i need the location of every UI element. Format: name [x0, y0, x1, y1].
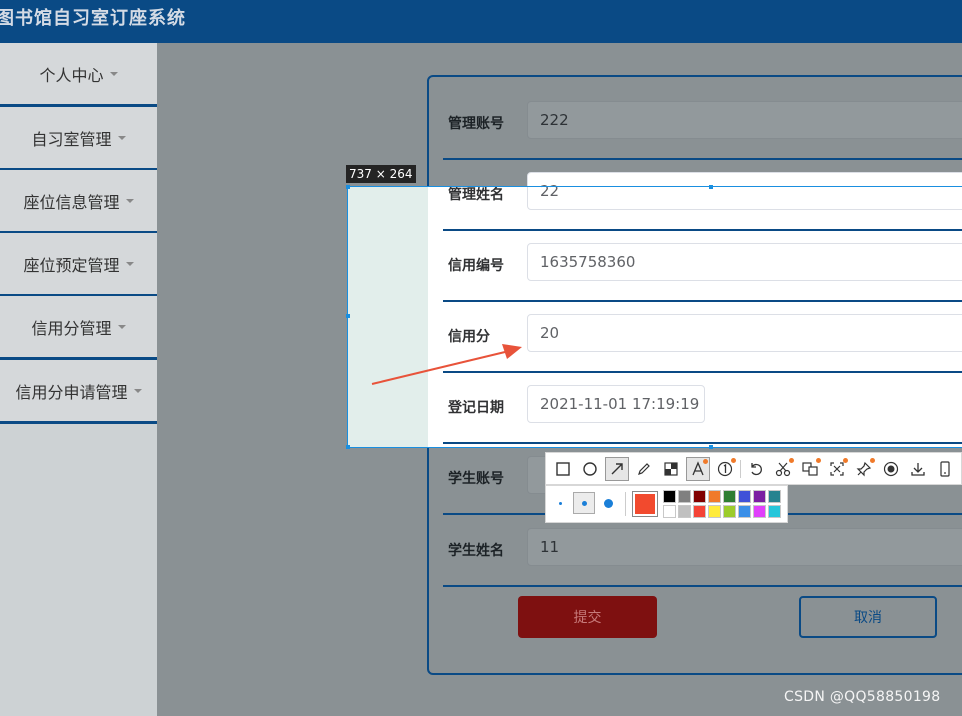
selection-rectangle[interactable]: [347, 186, 962, 448]
color-swatch[interactable]: [708, 505, 721, 518]
screenshot-toolbar: [545, 452, 962, 485]
resize-handle[interactable]: [346, 185, 350, 189]
watermark: CSDN @QQ58850198: [784, 689, 941, 705]
app-title: 图书馆自习室订座系统: [0, 8, 186, 29]
field-label: 学生账号: [448, 471, 504, 487]
sidebar-item-seat-info[interactable]: 座位信息管理: [0, 170, 157, 234]
pencil-icon[interactable]: [632, 457, 656, 481]
panel-divider: [625, 492, 626, 516]
ellipse-icon[interactable]: [578, 457, 602, 481]
badge-dot: [870, 458, 875, 463]
sidebar-item-label: 座位预定管理: [23, 255, 120, 275]
rectangle-icon[interactable]: [551, 457, 575, 481]
color-swatch[interactable]: [663, 490, 676, 503]
badge-dot: [703, 459, 708, 464]
color-swatch[interactable]: [738, 490, 751, 503]
resize-handle[interactable]: [346, 314, 350, 318]
screenshot-style-panel: [545, 485, 788, 523]
sidebar-item-label: 自习室管理: [31, 129, 112, 149]
admin-account-input[interactable]: 222: [527, 101, 962, 139]
caret-down-icon: [125, 198, 134, 203]
submit-button[interactable]: 提交: [518, 596, 657, 638]
color-swatch[interactable]: [768, 505, 781, 518]
caret-down-icon: [109, 71, 118, 76]
sidebar-item-credit[interactable]: 信用分管理: [0, 296, 157, 360]
color-swatch[interactable]: [723, 490, 736, 503]
undo-icon[interactable]: [744, 457, 768, 481]
color-swatch[interactable]: [678, 505, 691, 518]
form-row-admin-account: 管理账号 222: [443, 88, 962, 160]
field-label: 管理账号: [448, 116, 504, 132]
sidebar-item-seat-booking[interactable]: 座位预定管理: [0, 233, 157, 297]
caret-down-icon: [133, 388, 142, 393]
phone-icon[interactable]: [933, 457, 957, 481]
color-swatch[interactable]: [723, 505, 736, 518]
badge-dot: [731, 458, 736, 463]
pen-size-large[interactable]: [597, 492, 619, 514]
pen-size-small[interactable]: [549, 492, 571, 514]
caret-down-icon: [125, 261, 134, 266]
badge-dot: [843, 458, 848, 463]
sidebar-item-label: 座位信息管理: [23, 192, 120, 212]
badge-dot: [816, 458, 821, 463]
toolbar-divider: [740, 460, 741, 478]
number-icon[interactable]: [713, 457, 737, 481]
sidebar: 个人中心 自习室管理 座位信息管理 座位预定管理 信用分管理 信用分申请管理: [0, 43, 157, 716]
caret-down-icon: [117, 135, 126, 140]
ocr-icon[interactable]: [825, 457, 849, 481]
color-swatch[interactable]: [678, 490, 691, 503]
sidebar-item-credit-application[interactable]: 信用分申请管理: [0, 360, 157, 424]
color-swatch[interactable]: [738, 505, 751, 518]
pin-icon[interactable]: [852, 457, 876, 481]
top-header: 图书馆自习室订座系统: [0, 0, 962, 43]
badge-dot: [789, 458, 794, 463]
mosaic-icon[interactable]: [659, 457, 683, 481]
field-label: 学生姓名: [448, 543, 504, 559]
sidebar-item-study-room[interactable]: 自习室管理: [0, 107, 157, 171]
color-swatch[interactable]: [663, 505, 676, 518]
record-icon[interactable]: [879, 457, 903, 481]
translate-icon[interactable]: [798, 457, 822, 481]
text-icon[interactable]: [686, 457, 710, 481]
sidebar-item-label: 信用分申请管理: [15, 382, 128, 402]
resize-handle[interactable]: [709, 185, 713, 189]
resize-handle[interactable]: [709, 445, 713, 449]
color-swatch[interactable]: [753, 490, 766, 503]
sidebar-item-label: 个人中心: [39, 65, 104, 85]
resize-handle[interactable]: [346, 445, 350, 449]
pen-size-medium[interactable]: [573, 492, 595, 514]
arrow-icon[interactable]: [605, 457, 629, 481]
color-swatch[interactable]: [693, 490, 706, 503]
sidebar-item-label: 信用分管理: [31, 318, 112, 338]
color-swatch[interactable]: [708, 490, 721, 503]
cancel-button[interactable]: 取消: [799, 596, 937, 638]
current-color-swatch[interactable]: [632, 491, 658, 517]
save-icon[interactable]: [906, 457, 930, 481]
caret-down-icon: [117, 324, 126, 329]
cut-icon[interactable]: [771, 457, 795, 481]
color-swatch[interactable]: [753, 505, 766, 518]
form-row-student-name: 学生姓名 11: [443, 515, 962, 587]
sidebar-item-personal-center[interactable]: 个人中心: [0, 43, 157, 107]
student-name-input[interactable]: 11: [527, 528, 962, 566]
color-swatch[interactable]: [693, 505, 706, 518]
selection-size-label: 737 × 264: [346, 165, 416, 183]
color-swatch[interactable]: [768, 490, 781, 503]
